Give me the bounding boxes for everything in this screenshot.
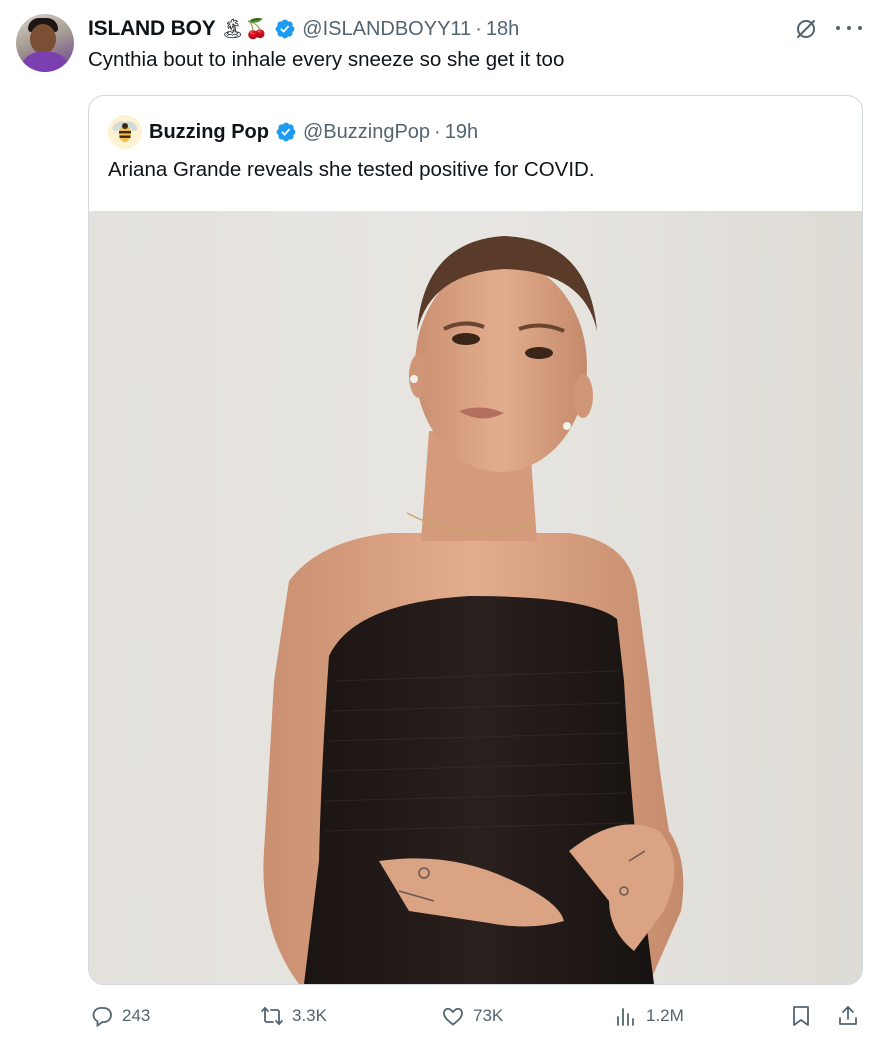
quoted-author-display-name[interactable]: Buzzing Pop xyxy=(149,121,269,144)
reply-icon xyxy=(92,1007,112,1028)
author-emojis: 🏝🍒 xyxy=(220,17,269,40)
post-header: ISLAND BOY 🏝🍒 @ISLANDBOYY11 · 18h xyxy=(88,16,519,42)
repost-count: 3.3K xyxy=(292,1006,327,1025)
share-button[interactable] xyxy=(836,1004,860,1028)
verified-icon[interactable] xyxy=(274,18,296,40)
bookmark-icon xyxy=(793,1006,809,1026)
reply-button[interactable]: 243 xyxy=(90,1004,150,1028)
quoted-post[interactable]: Buzzing Pop @BuzzingPop · 19h Ariana Gra… xyxy=(88,95,863,985)
portrait-illustration xyxy=(263,236,684,984)
quoted-post-photo[interactable] xyxy=(89,211,862,984)
grok-icon[interactable] xyxy=(794,17,818,41)
verified-icon[interactable] xyxy=(275,121,297,143)
view-count: 1.2M xyxy=(646,1006,684,1025)
repost-button[interactable]: 3.3K xyxy=(260,1004,327,1028)
repost-icon xyxy=(261,1007,283,1025)
more-dot xyxy=(847,26,851,30)
bookmark-button[interactable] xyxy=(789,1004,813,1028)
avatar-shirt xyxy=(20,52,70,72)
views-button[interactable]: 1.2M xyxy=(614,1004,684,1028)
views-icon xyxy=(617,1008,634,1026)
like-button[interactable]: 73K xyxy=(441,1004,503,1028)
post-time[interactable]: 18h xyxy=(486,18,519,41)
bee-icon[interactable] xyxy=(108,115,142,149)
more-icon[interactable] xyxy=(836,18,862,38)
separator-dot: · xyxy=(475,17,482,40)
quoted-author-handle[interactable]: @BuzzingPop xyxy=(303,121,430,144)
author-display-name[interactable]: ISLAND BOY xyxy=(88,17,216,41)
quoted-post-text: Ariana Grande reveals she tested positiv… xyxy=(108,158,595,181)
post-text: Cynthia bout to inhale every sneeze so s… xyxy=(88,48,565,71)
separator-dot: · xyxy=(434,120,441,143)
quoted-post-time[interactable]: 19h xyxy=(445,121,478,144)
author-handle[interactable]: @ISLANDBOYY11 xyxy=(302,18,471,41)
author-avatar[interactable] xyxy=(16,14,74,72)
more-dot xyxy=(858,26,862,30)
reply-count: 243 xyxy=(122,1006,151,1025)
action-bar: 243 3.3K 73K 1.2M xyxy=(88,1000,863,1036)
more-dot xyxy=(836,26,840,30)
share-icon xyxy=(839,1006,857,1025)
avatar-face xyxy=(30,24,56,54)
like-count: 73K xyxy=(473,1006,504,1025)
like-icon xyxy=(443,1007,463,1026)
quoted-post-header: Buzzing Pop @BuzzingPop · 19h xyxy=(149,118,478,146)
